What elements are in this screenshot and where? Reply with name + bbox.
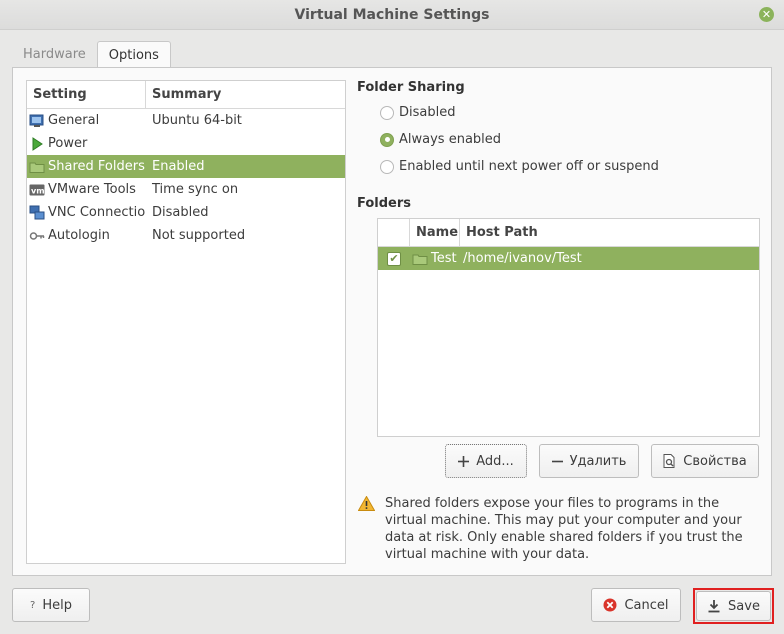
column-header-setting[interactable]: Setting xyxy=(27,81,146,108)
folder-properties-label: Свойства xyxy=(683,453,747,469)
radio-button[interactable] xyxy=(380,132,394,147)
warning-message: Shared folders expose your files to prog… xyxy=(357,495,758,563)
settings-list: Setting Summary General Ubuntu 64-bit Po… xyxy=(26,80,346,564)
save-button-highlight xyxy=(693,588,774,624)
vmware-tools-icon: vm xyxy=(29,182,45,198)
help-button[interactable]: ? Help xyxy=(12,588,90,622)
setting-label: Power xyxy=(48,136,88,151)
radio-label: Always enabled xyxy=(399,132,502,147)
vnc-icon xyxy=(29,205,45,221)
folder-enabled-checkbox[interactable]: ✔ xyxy=(387,251,401,266)
close-icon[interactable]: ✕ xyxy=(759,7,774,22)
help-label: Help xyxy=(42,597,72,613)
window-title: Virtual Machine Settings xyxy=(294,6,490,23)
setting-summary: Enabled xyxy=(152,159,205,174)
settings-row-shared-folders[interactable]: Shared Folders Enabled xyxy=(27,155,345,178)
setting-label: Autologin xyxy=(48,228,110,243)
setting-summary: Time sync on xyxy=(152,182,239,197)
folders-table: Name Host Path ✔ Test /home/ivanov/Test xyxy=(377,218,760,437)
svg-text:vm: vm xyxy=(31,186,45,195)
setting-summary: Ubuntu 64-bit xyxy=(152,113,242,128)
radio-button[interactable] xyxy=(380,159,394,174)
radio-button[interactable] xyxy=(380,105,394,120)
title-bar: Virtual Machine Settings ✕ xyxy=(0,0,784,30)
folder-name: Test xyxy=(431,251,457,266)
tab-bar: Hardware Options xyxy=(12,41,171,68)
properties-icon xyxy=(663,454,676,468)
options-panel: Setting Summary General Ubuntu 64-bit Po… xyxy=(12,67,772,576)
settings-row-general[interactable]: General Ubuntu 64-bit xyxy=(27,109,345,132)
key-icon xyxy=(29,228,45,244)
plus-icon xyxy=(458,455,470,467)
table-row[interactable]: ✔ Test /home/ivanov/Test xyxy=(378,247,759,270)
cancel-button[interactable]: Cancel xyxy=(591,588,681,622)
folder-icon xyxy=(412,251,428,267)
minus-icon xyxy=(551,456,563,467)
warning-text: Shared folders expose your files to prog… xyxy=(385,496,743,562)
general-icon xyxy=(29,113,45,129)
settings-list-header: Setting Summary xyxy=(27,81,345,109)
add-folder-label: Add... xyxy=(476,453,514,469)
setting-label: VMware Tools xyxy=(48,182,136,197)
setting-summary: Disabled xyxy=(152,205,209,220)
power-icon xyxy=(29,136,45,152)
column-header-host-path[interactable]: Host Path xyxy=(460,219,538,246)
help-icon: ? xyxy=(30,599,36,611)
radio-disabled[interactable]: Disabled xyxy=(380,105,455,120)
folders-title: Folders xyxy=(357,196,412,211)
radio-always-enabled[interactable]: Always enabled xyxy=(380,132,501,147)
setting-summary: Not supported xyxy=(152,228,246,243)
cancel-icon xyxy=(603,598,617,612)
folder-icon xyxy=(29,159,45,175)
radio-until-power-off[interactable]: Enabled until next power off or suspend xyxy=(380,159,659,174)
radio-label: Enabled until next power off or suspend xyxy=(399,159,659,174)
folder-host-path: /home/ivanov/Test xyxy=(463,251,582,266)
settings-row-autologin[interactable]: Autologin Not supported xyxy=(27,224,345,247)
warning-icon xyxy=(357,495,376,563)
remove-folder-button[interactable]: Удалить xyxy=(539,444,639,478)
add-folder-button[interactable]: Add... xyxy=(445,444,527,478)
setting-label: VNC Connections xyxy=(48,205,146,220)
tab-hardware[interactable]: Hardware xyxy=(12,41,97,67)
remove-folder-label: Удалить xyxy=(569,453,627,469)
column-header-name[interactable]: Name xyxy=(410,219,460,246)
setting-label: Shared Folders xyxy=(48,159,145,174)
folders-table-header: Name Host Path xyxy=(378,219,759,247)
settings-row-power[interactable]: Power xyxy=(27,132,345,155)
settings-row-vnc-connections[interactable]: VNC Connections Disabled xyxy=(27,201,345,224)
settings-row-vmware-tools[interactable]: vm VMware Tools Time sync on xyxy=(27,178,345,201)
folder-sharing-title: Folder Sharing xyxy=(357,80,465,95)
tab-options[interactable]: Options xyxy=(96,41,171,68)
column-header-summary[interactable]: Summary xyxy=(146,81,221,108)
folder-properties-button[interactable]: Свойства xyxy=(651,444,759,478)
radio-label: Disabled xyxy=(399,105,456,120)
cancel-label: Cancel xyxy=(624,597,669,613)
column-header-enabled[interactable] xyxy=(378,219,410,246)
setting-label: General xyxy=(48,113,100,128)
